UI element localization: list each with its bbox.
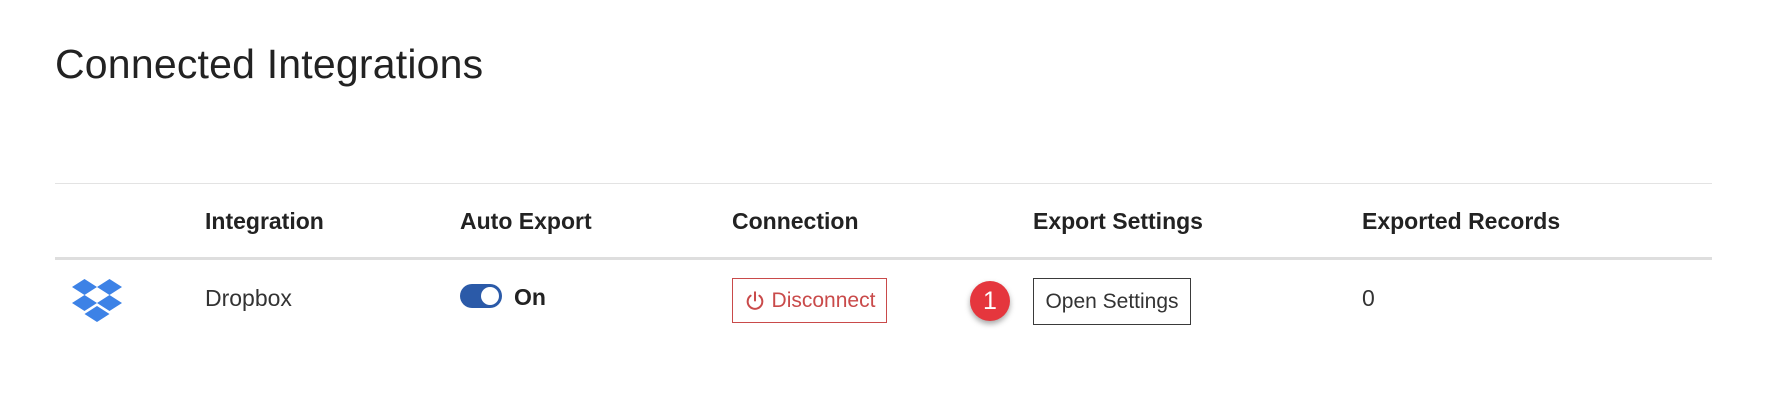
column-header-auto-export: Auto Export [460, 208, 592, 234]
column-header-export-settings: Export Settings [1033, 208, 1203, 234]
power-icon [744, 290, 766, 312]
auto-export-status: On [514, 284, 546, 310]
table-top-divider [55, 183, 1712, 184]
exported-records-count: 0 [1362, 285, 1375, 311]
toggle-knob [481, 287, 499, 305]
step-badge: 1 [970, 281, 1010, 321]
open-settings-button[interactable]: Open Settings [1033, 278, 1191, 325]
page-title: Connected Integrations [55, 41, 484, 87]
column-header-integration: Integration [205, 208, 324, 234]
auto-export-toggle[interactable] [460, 284, 502, 308]
integration-name: Dropbox [205, 285, 292, 311]
column-header-connection: Connection [732, 208, 859, 234]
dropbox-icon [72, 279, 122, 323]
disconnect-button[interactable]: Disconnect [732, 278, 887, 323]
column-header-exported-records: Exported Records [1362, 208, 1561, 234]
header-divider [55, 257, 1712, 260]
disconnect-label: Disconnect [771, 288, 876, 312]
